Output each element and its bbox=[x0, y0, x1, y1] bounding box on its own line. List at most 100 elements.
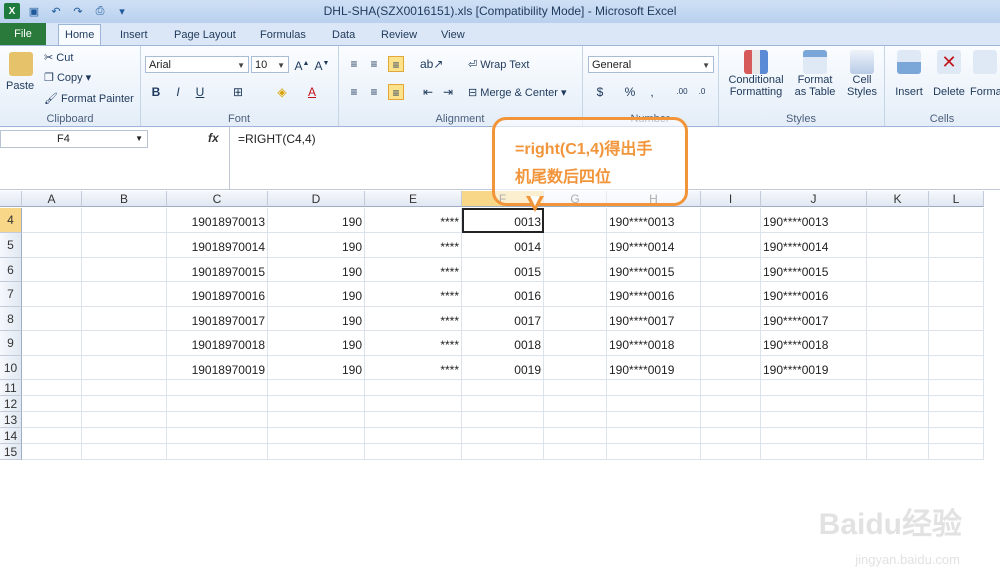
merge-center-button[interactable]: ⊟ Merge & Center ▾ bbox=[468, 86, 567, 99]
cell-J11[interactable] bbox=[761, 380, 867, 396]
cell-K13[interactable] bbox=[867, 412, 929, 428]
cell-A12[interactable] bbox=[22, 396, 82, 412]
cell-F6[interactable]: 0015 bbox=[462, 258, 544, 282]
comma-icon[interactable]: , bbox=[644, 84, 660, 100]
cell-L4[interactable] bbox=[929, 208, 984, 233]
cell-K8[interactable] bbox=[867, 307, 929, 331]
cell-A8[interactable] bbox=[22, 307, 82, 331]
conditional-formatting-button[interactable]: Conditional Formatting bbox=[724, 50, 788, 98]
cell-D15[interactable] bbox=[268, 444, 365, 460]
cell-L14[interactable] bbox=[929, 428, 984, 444]
cell-J9[interactable]: 190****0018 bbox=[761, 331, 867, 356]
cell-D6[interactable]: 190 bbox=[268, 258, 365, 282]
cell-F8[interactable]: 0017 bbox=[462, 307, 544, 331]
row-header[interactable]: 6 bbox=[0, 258, 22, 282]
cell-D7[interactable]: 190 bbox=[268, 282, 365, 307]
column-header[interactable]: E bbox=[365, 191, 462, 207]
cell-I6[interactable] bbox=[701, 258, 761, 282]
cell-A9[interactable] bbox=[22, 331, 82, 356]
orientation-icon[interactable]: ab↗ bbox=[420, 56, 443, 72]
cell-C15[interactable] bbox=[167, 444, 268, 460]
cell-D10[interactable]: 190 bbox=[268, 356, 365, 380]
fill-color-icon[interactable]: ◈ bbox=[274, 84, 290, 100]
cell-G6[interactable] bbox=[544, 258, 607, 282]
column-header[interactable]: J bbox=[761, 191, 867, 207]
align-left-icon[interactable]: ≡ bbox=[346, 84, 362, 100]
column-header[interactable]: K bbox=[867, 191, 929, 207]
tab-data[interactable]: Data bbox=[326, 25, 361, 45]
cell-F10[interactable]: 0019 bbox=[462, 356, 544, 380]
percent-icon[interactable]: % bbox=[622, 84, 638, 100]
cell-E8[interactable]: **** bbox=[365, 307, 462, 331]
cell-K12[interactable] bbox=[867, 396, 929, 412]
cell-E14[interactable] bbox=[365, 428, 462, 444]
cell-B14[interactable] bbox=[82, 428, 167, 444]
cell-E12[interactable] bbox=[365, 396, 462, 412]
bold-icon[interactable]: B bbox=[148, 84, 164, 100]
cell-G14[interactable] bbox=[544, 428, 607, 444]
cell-G15[interactable] bbox=[544, 444, 607, 460]
cell-G7[interactable] bbox=[544, 282, 607, 307]
cell-G5[interactable] bbox=[544, 233, 607, 258]
tab-home[interactable]: Home bbox=[58, 24, 102, 45]
cell-E11[interactable] bbox=[365, 380, 462, 396]
column-header[interactable]: C bbox=[167, 191, 268, 207]
font-name-combo[interactable]: Arial ▼ bbox=[145, 56, 249, 73]
cell-C6[interactable]: 19018970015 bbox=[167, 258, 268, 282]
cell-H9[interactable]: 190****0018 bbox=[607, 331, 701, 356]
borders-icon[interactable]: ⊞ bbox=[230, 84, 246, 100]
cell-I5[interactable] bbox=[701, 233, 761, 258]
cell-C7[interactable]: 19018970016 bbox=[167, 282, 268, 307]
cell-I4[interactable] bbox=[701, 208, 761, 233]
cell-D4[interactable]: 190 bbox=[268, 208, 365, 233]
cell-H6[interactable]: 190****0015 bbox=[607, 258, 701, 282]
cell-H7[interactable]: 190****0016 bbox=[607, 282, 701, 307]
number-format-combo[interactable]: General ▼ bbox=[588, 56, 714, 73]
cell-H8[interactable]: 190****0017 bbox=[607, 307, 701, 331]
cell-E15[interactable] bbox=[365, 444, 462, 460]
cell-F7[interactable]: 0016 bbox=[462, 282, 544, 307]
cell-F13[interactable] bbox=[462, 412, 544, 428]
cell-K10[interactable] bbox=[867, 356, 929, 380]
cell-E10[interactable]: **** bbox=[365, 356, 462, 380]
cell-I15[interactable] bbox=[701, 444, 761, 460]
cell-D13[interactable] bbox=[268, 412, 365, 428]
cell-H11[interactable] bbox=[607, 380, 701, 396]
cell-F12[interactable] bbox=[462, 396, 544, 412]
cell-I11[interactable] bbox=[701, 380, 761, 396]
format-cells-button[interactable]: Forma bbox=[970, 50, 1000, 98]
insert-function-icon[interactable]: fx bbox=[208, 131, 219, 145]
underline-icon[interactable]: U bbox=[192, 84, 208, 100]
cell-B8[interactable] bbox=[82, 307, 167, 331]
cell-A15[interactable] bbox=[22, 444, 82, 460]
wrap-text-button[interactable]: ⏎ Wrap Text bbox=[468, 58, 529, 71]
row-header[interactable]: 15 bbox=[0, 444, 22, 460]
cell-C12[interactable] bbox=[167, 396, 268, 412]
tab-page-layout[interactable]: Page Layout bbox=[168, 25, 242, 45]
cell-I9[interactable] bbox=[701, 331, 761, 356]
currency-icon[interactable]: $ bbox=[592, 84, 608, 100]
cell-L6[interactable] bbox=[929, 258, 984, 282]
cell-L8[interactable] bbox=[929, 307, 984, 331]
cell-D8[interactable]: 190 bbox=[268, 307, 365, 331]
decrease-decimal-icon[interactable]: .0 bbox=[694, 84, 710, 100]
cell-L13[interactable] bbox=[929, 412, 984, 428]
cell-E5[interactable]: **** bbox=[365, 233, 462, 258]
cell-A14[interactable] bbox=[22, 428, 82, 444]
cell-D5[interactable]: 190 bbox=[268, 233, 365, 258]
cell-G8[interactable] bbox=[544, 307, 607, 331]
cell-F15[interactable] bbox=[462, 444, 544, 460]
cell-L5[interactable] bbox=[929, 233, 984, 258]
cell-E9[interactable]: **** bbox=[365, 331, 462, 356]
row-header[interactable]: 7 bbox=[0, 282, 22, 307]
cell-J5[interactable]: 190****0014 bbox=[761, 233, 867, 258]
cell-J10[interactable]: 190****0019 bbox=[761, 356, 867, 380]
cell-H15[interactable] bbox=[607, 444, 701, 460]
cell-J8[interactable]: 190****0017 bbox=[761, 307, 867, 331]
cell-G11[interactable] bbox=[544, 380, 607, 396]
cell-H4[interactable]: 190****0013 bbox=[607, 208, 701, 233]
align-top-icon[interactable]: ≡ bbox=[346, 56, 362, 72]
cell-C8[interactable]: 19018970017 bbox=[167, 307, 268, 331]
insert-cells-button[interactable]: Insert bbox=[892, 50, 926, 98]
cell-B7[interactable] bbox=[82, 282, 167, 307]
